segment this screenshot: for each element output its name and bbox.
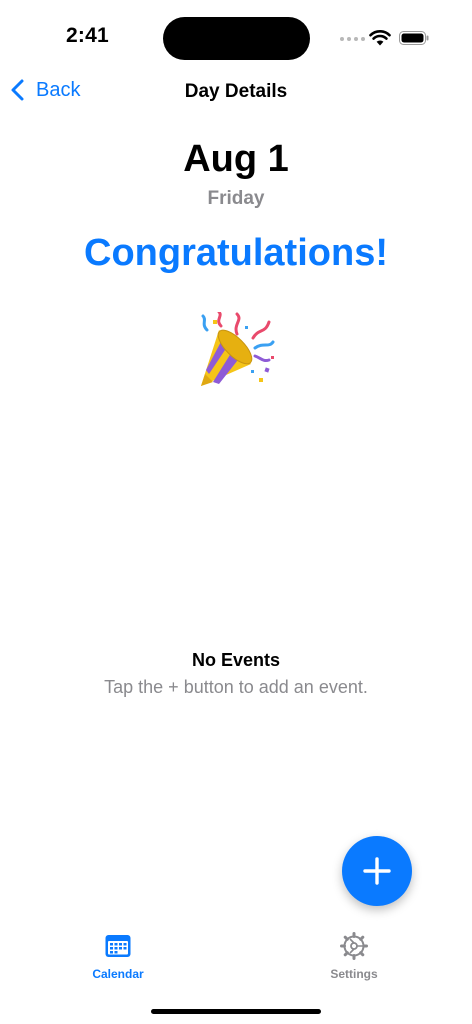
gear-icon xyxy=(340,932,368,960)
tab-settings[interactable]: Settings xyxy=(294,932,414,981)
home-indicator xyxy=(151,1009,321,1014)
dynamic-island xyxy=(163,17,310,60)
tab-label-calendar: Calendar xyxy=(92,967,144,981)
empty-state-subtitle: Tap the + button to add an event. xyxy=(104,677,368,697)
wifi-icon xyxy=(369,30,391,46)
tab-label-settings: Settings xyxy=(330,967,378,981)
page-title: Day Details xyxy=(184,81,288,102)
add-event-button[interactable] xyxy=(342,836,412,906)
empty-state-title: No Events xyxy=(191,650,281,670)
party-popper-icon xyxy=(201,312,275,386)
status-time: 2:41 xyxy=(66,24,109,47)
calendar-icon xyxy=(105,935,131,957)
cellular-signal-icon xyxy=(340,37,365,41)
tab-calendar[interactable]: Calendar xyxy=(58,932,178,981)
weekday-label: Friday xyxy=(207,188,265,209)
plus-icon xyxy=(363,857,391,885)
date-heading: Aug 1 xyxy=(183,138,289,180)
congratulations-headline: Congratulations! xyxy=(84,232,388,274)
battery-icon xyxy=(399,31,429,45)
